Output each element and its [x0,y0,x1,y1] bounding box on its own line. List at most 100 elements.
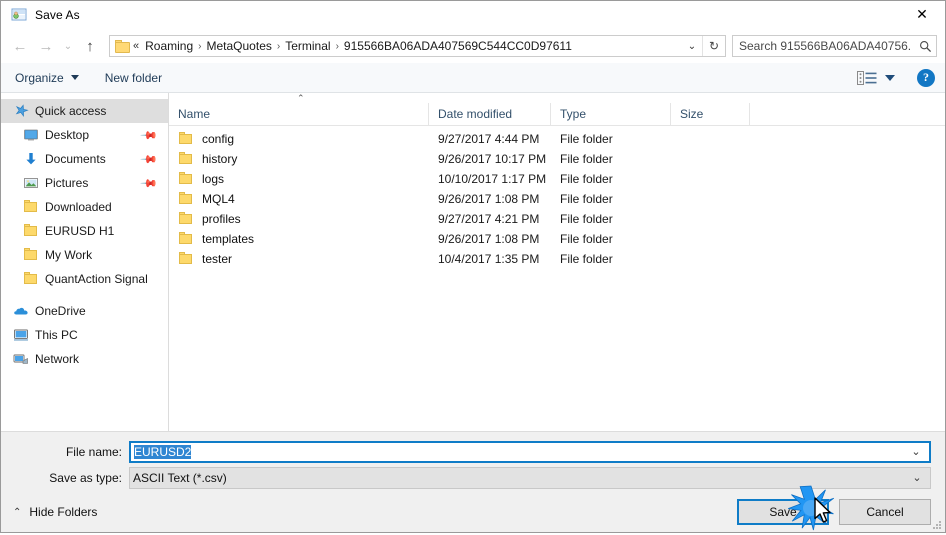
dialog-body: Quick access Desktop 📌 Documents 📌 Pictu… [1,93,945,431]
help-button[interactable]: ? [917,68,935,87]
file-name-text: profiles [202,212,241,226]
column-header-size[interactable]: Size [671,102,750,126]
sidebar-item-label: My Work [45,248,93,262]
file-name-label: File name: [65,444,122,459]
network-icon [13,351,29,367]
folder-icon [178,251,194,267]
save-button[interactable]: Save [737,499,829,525]
sidebar-item-label: Network [35,352,80,366]
sidebar-item-network[interactable]: Network [1,347,168,371]
sidebar-item-this-pc[interactable]: This PC [1,323,168,347]
sidebar-item-desktop[interactable]: Desktop 📌 [1,123,168,147]
chevron-down-icon[interactable]: ⌄ [903,445,929,458]
address-bar[interactable]: « Roaming › MetaQuotes › Terminal › 9155… [109,35,726,57]
search-box[interactable] [732,35,937,57]
sidebar-item-downloaded[interactable]: Downloaded [1,195,168,219]
sidebar-item-pictures[interactable]: Pictures 📌 [1,171,168,195]
save-as-icon [11,7,27,23]
breadcrumb-item-3[interactable]: 915566BA06ADA407569C544CC0D97611 [341,38,575,54]
file-name-text: templates [202,232,255,246]
table-row[interactable]: config 9/27/2017 4:44 PM File folder [169,129,945,149]
file-name-cell: templates [169,231,429,247]
sort-ascending-icon: ⌃ [297,93,305,103]
table-row[interactable]: tester 10/4/2017 1:35 PM File folder [169,249,945,269]
sidebar-item-documents[interactable]: Documents 📌 [1,147,168,171]
file-type-cell: File folder [560,192,613,206]
cancel-button[interactable]: Cancel [839,499,931,525]
sidebar-item-label: Quick access [35,104,107,118]
back-button[interactable]: ← [7,33,33,59]
file-name-text: config [202,132,235,146]
hide-folders-label: Hide Folders [29,505,98,519]
file-rows: config 9/27/2017 4:44 PM File folder his… [169,126,945,431]
title-bar: Save As ✕ [1,1,945,29]
file-date-cell: 9/27/2017 4:44 PM [438,132,540,146]
column-header-type[interactable]: Type [551,102,671,126]
pin-icon[interactable]: 📌 [140,174,159,192]
folder-icon [23,247,39,263]
save-form: File name: EURUSD2 ⌄ Save as type: ASCII… [1,431,945,492]
sidebar-item-quantaction-signal[interactable]: QuantAction Signal [1,267,168,291]
new-folder-label: New folder [104,70,163,85]
sidebar-item-label: Desktop [45,128,90,142]
hide-folders-button[interactable]: ⌃ Hide Folders [13,505,97,519]
sidebar-item-label: Pictures [45,176,89,190]
folder-icon [178,211,194,227]
pictures-icon [23,175,39,191]
file-name-row: File name: EURUSD2 ⌄ [1,440,945,463]
breadcrumb-item-2[interactable]: Terminal [282,38,333,54]
search-input[interactable] [733,39,914,53]
view-layout-icon[interactable] [857,70,877,85]
organize-button[interactable]: Organize [15,71,79,85]
file-type-cell: File folder [560,152,613,166]
file-name-cell: config [169,131,429,147]
view-dropdown-chevron-icon[interactable] [885,74,895,81]
chevron-down-icon[interactable]: ⌄ [904,471,930,484]
chevron-right-icon: › [335,40,339,52]
file-date-cell: 9/26/2017 10:17 PM [438,152,547,166]
column-header-name[interactable]: Name [169,102,429,126]
table-row[interactable]: logs 10/10/2017 1:17 PM File folder [169,169,945,189]
sidebar-item-quick-access[interactable]: Quick access [1,99,168,123]
sidebar-item-eurusd-h1[interactable]: EURUSD H1 [1,219,168,243]
breadcrumb-item-1[interactable]: MetaQuotes [204,38,275,54]
file-name-text: logs [202,172,225,186]
file-name-value: EURUSD2 [131,444,903,459]
chevron-right-icon: › [276,40,281,52]
column-header-date-modified[interactable]: Date modified [429,102,551,126]
new-folder-button[interactable]: New folder [105,71,162,85]
forward-button[interactable]: → [33,33,59,59]
table-row[interactable]: history 9/26/2017 10:17 PM File folder [169,149,945,169]
folder-icon [115,39,130,53]
search-icon [914,40,936,53]
sidebar-item-onedrive[interactable]: OneDrive [1,299,168,323]
pin-icon[interactable]: 📌 [140,126,159,144]
breadcrumb-overflow-icon[interactable]: « [132,40,142,52]
table-row[interactable]: profiles 9/27/2017 4:21 PM File folder [169,209,945,229]
star-icon [13,103,29,119]
chevron-up-icon: ⌃ [13,506,22,518]
recent-locations-button[interactable]: ⌄ [59,33,77,59]
file-date-cell: 9/26/2017 1:08 PM [438,232,540,246]
command-toolbar: Organize New folder ? [1,63,945,93]
file-list-pane: ⌃ Name Date modified Type Size config 9/… [169,93,945,431]
folder-icon [23,223,39,239]
table-row[interactable]: MQL4 9/26/2017 1:08 PM File folder [169,189,945,209]
up-button[interactable]: ↑ [77,33,103,59]
sidebar-item-my-work[interactable]: My Work [1,243,168,267]
breadcrumb-item-0[interactable]: Roaming [142,38,196,54]
chevron-down-icon[interactable]: ⌄ [682,41,702,52]
column-header-row: Name Date modified Type Size [169,102,945,126]
chevron-right-icon: › [198,40,202,52]
table-row[interactable]: templates 9/26/2017 1:08 PM File folder [169,229,945,249]
pin-icon[interactable]: 📌 [140,150,159,168]
file-name-input[interactable]: EURUSD2 ⌄ [129,440,931,463]
sidebar-item-label: Documents [45,152,106,166]
resize-grip[interactable] [932,520,942,530]
save-as-type-select[interactable]: ASCII Text (*.csv) ⌄ [129,466,931,489]
close-button[interactable]: ✕ [899,1,945,29]
refresh-icon[interactable]: ↻ [702,36,725,56]
file-name-text: MQL4 [202,192,235,206]
save-as-dialog: Save As ✕ ← → ⌄ ↑ « Roaming › MetaQuotes… [0,0,946,533]
